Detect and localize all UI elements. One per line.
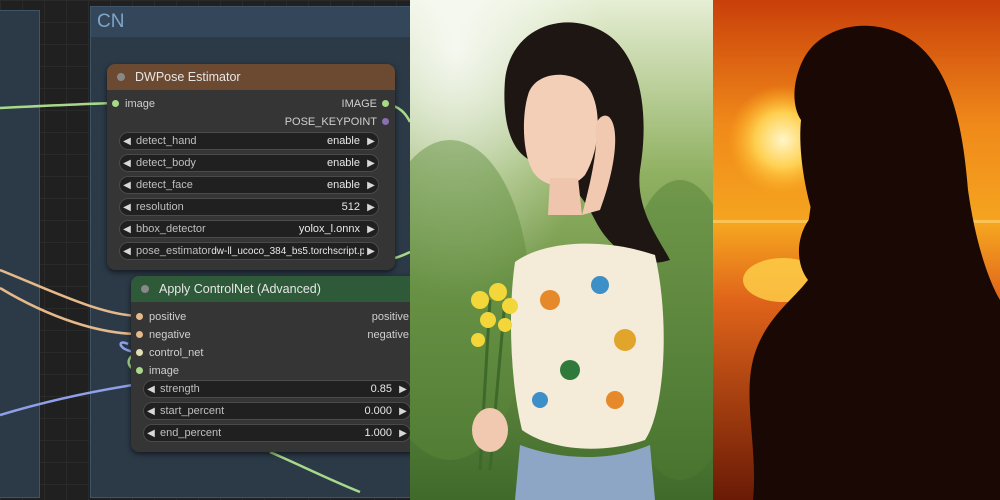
increment-arrow-icon[interactable]: ▶ bbox=[396, 406, 410, 417]
decrement-arrow-icon[interactable]: ◀ bbox=[120, 202, 134, 213]
widget-detect-body[interactable]: ◀ detect_body enable ▶ bbox=[119, 154, 379, 172]
widget-label: detect_body bbox=[136, 157, 196, 169]
widget-value: dw-ll_ucoco_384_bs5.torchscript.pt bbox=[211, 245, 364, 257]
output-socket-pose-keypoint[interactable] bbox=[382, 118, 389, 125]
increment-arrow-icon[interactable]: ▶ bbox=[364, 180, 378, 191]
input-label-negative: negative bbox=[149, 329, 191, 341]
wire-controlnet-input bbox=[0, 382, 140, 417]
decrement-arrow-icon[interactable]: ◀ bbox=[144, 428, 158, 439]
decrement-arrow-icon[interactable]: ◀ bbox=[144, 384, 158, 395]
decrement-arrow-icon[interactable]: ◀ bbox=[120, 246, 134, 257]
increment-arrow-icon[interactable]: ▶ bbox=[364, 246, 378, 257]
widget-detect-hand[interactable]: ◀ detect_hand enable ▶ bbox=[119, 132, 379, 150]
widget-end-percent[interactable]: ◀ end_percent 1.000 ▶ bbox=[143, 424, 410, 442]
widget-label: start_percent bbox=[160, 405, 225, 417]
node-dwpose-estimator[interactable]: DWPose Estimator image IMAGE POSE_KEYPOI… bbox=[107, 64, 395, 270]
input-label-image: image bbox=[149, 365, 179, 377]
input-socket-negative[interactable] bbox=[136, 331, 143, 338]
widget-resolution[interactable]: ◀ resolution 512 ▶ bbox=[119, 198, 379, 216]
increment-arrow-icon[interactable]: ▶ bbox=[364, 202, 378, 213]
node-title: DWPose Estimator bbox=[135, 70, 241, 84]
widget-value: 0.000 bbox=[364, 405, 392, 417]
output-label-image: IMAGE bbox=[341, 98, 377, 110]
decrement-arrow-icon[interactable]: ◀ bbox=[120, 136, 134, 147]
node-header[interactable]: DWPose Estimator bbox=[107, 64, 395, 90]
output-label-positive: positive bbox=[371, 311, 409, 323]
widget-value: enable bbox=[326, 135, 360, 147]
increment-arrow-icon[interactable]: ▶ bbox=[364, 136, 378, 147]
widget-label: end_percent bbox=[160, 427, 222, 439]
output-socket-image[interactable] bbox=[382, 100, 389, 107]
wire-image-right bbox=[394, 250, 410, 260]
widget-value: 1.000 bbox=[364, 427, 392, 439]
input-socket-control-net[interactable] bbox=[136, 349, 143, 356]
decrement-arrow-icon[interactable]: ◀ bbox=[120, 158, 134, 169]
node-apply-controlnet-advanced[interactable]: Apply ControlNet (Advanced) positive pos… bbox=[131, 276, 410, 452]
increment-arrow-icon[interactable]: ▶ bbox=[396, 384, 410, 395]
wire-negative-input bbox=[0, 286, 140, 336]
decrement-arrow-icon[interactable]: ◀ bbox=[144, 406, 158, 417]
reference-photo-sunset-silhouette bbox=[713, 0, 1000, 500]
decrement-arrow-icon[interactable]: ◀ bbox=[120, 180, 134, 191]
node-title: Apply ControlNet (Advanced) bbox=[159, 282, 321, 296]
input-label-image: image bbox=[125, 98, 155, 110]
widget-label: bbox_detector bbox=[136, 223, 206, 235]
photo-sunset-silhouette-illustration bbox=[713, 0, 1000, 500]
increment-arrow-icon[interactable]: ▶ bbox=[396, 428, 410, 439]
widget-pose-estimator[interactable]: ◀ pose_estimator dw-ll_ucoco_384_bs5.tor… bbox=[119, 242, 379, 260]
widget-label: resolution bbox=[136, 201, 184, 213]
input-socket-positive[interactable] bbox=[136, 313, 143, 320]
increment-arrow-icon[interactable]: ▶ bbox=[364, 158, 378, 169]
widget-detect-face[interactable]: ◀ detect_face enable ▶ bbox=[119, 176, 379, 194]
input-socket-image[interactable] bbox=[112, 100, 119, 107]
widget-value: 0.85 bbox=[370, 383, 392, 395]
collapse-dot-icon[interactable] bbox=[117, 73, 125, 81]
widget-value: enable bbox=[326, 157, 360, 169]
photo-woman-flowers-illustration bbox=[410, 0, 713, 500]
widget-value: enable bbox=[326, 179, 360, 191]
output-label-negative: negative bbox=[367, 329, 409, 341]
widget-bbox-detector[interactable]: ◀ bbox_detector yolox_l.onnx ▶ bbox=[119, 220, 379, 238]
output-label-pose-keypoint: POSE_KEYPOINT bbox=[284, 116, 377, 128]
node-header[interactable]: Apply ControlNet (Advanced) bbox=[131, 276, 410, 302]
widget-label: pose_estimator bbox=[136, 245, 212, 257]
decrement-arrow-icon[interactable]: ◀ bbox=[120, 224, 134, 235]
wire-image-bottom bbox=[269, 450, 361, 494]
widget-start-percent[interactable]: ◀ start_percent 0.000 ▶ bbox=[143, 402, 410, 420]
wire-positive-input bbox=[0, 268, 140, 318]
widget-label: detect_face bbox=[136, 179, 193, 191]
wire-image-input bbox=[0, 101, 117, 110]
input-label-control-net: control_net bbox=[149, 347, 204, 359]
reference-photo-woman-flowers bbox=[410, 0, 713, 500]
input-label-positive: positive bbox=[149, 311, 187, 323]
widget-value: 512 bbox=[341, 201, 360, 213]
widget-label: strength bbox=[160, 383, 200, 395]
node-graph-canvas[interactable]: CN DWPose Estimator image IMAGE POSE_KEY… bbox=[0, 0, 410, 500]
widget-value: yolox_l.onnx bbox=[298, 223, 360, 235]
widget-label: detect_hand bbox=[136, 135, 197, 147]
widget-strength[interactable]: ◀ strength 0.85 ▶ bbox=[143, 380, 410, 398]
input-socket-image[interactable] bbox=[136, 367, 143, 374]
collapse-dot-icon[interactable] bbox=[141, 285, 149, 293]
increment-arrow-icon[interactable]: ▶ bbox=[364, 224, 378, 235]
